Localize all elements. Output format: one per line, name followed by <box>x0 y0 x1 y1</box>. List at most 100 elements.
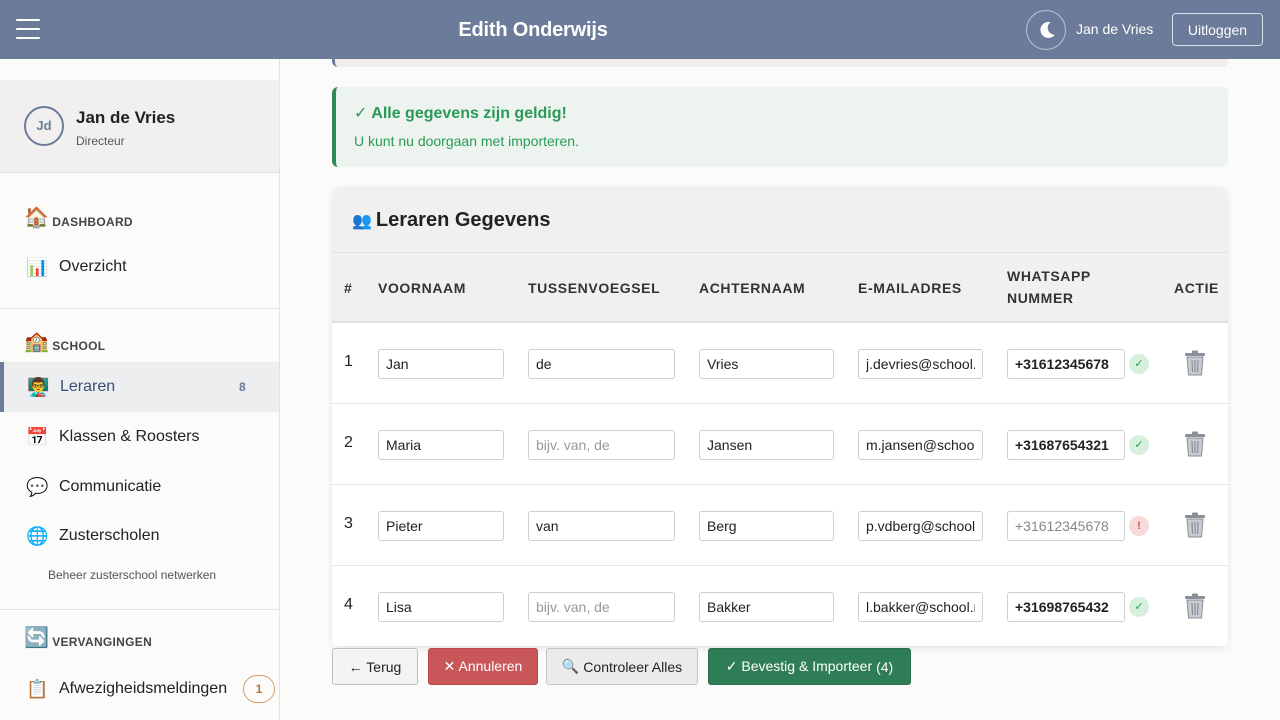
confirm-count: (4) <box>876 658 894 675</box>
sidebar-item-label: Zusterscholen <box>59 527 160 544</box>
whatsapp-input[interactable] <box>1007 592 1125 622</box>
teacher-count-badge: 8 <box>239 380 246 394</box>
email-input[interactable] <box>858 511 983 541</box>
speech-bubble-icon: 💬 <box>26 476 49 497</box>
delete-row-icon[interactable] <box>1184 350 1206 376</box>
sidebar-item-klassen-roosters[interactable]: 📅 Klassen & Roosters <box>0 412 279 462</box>
alert-title: ✓ Alle gegevens zijn geldig! <box>354 105 567 122</box>
magnifier-icon: 🔍 <box>561 658 580 674</box>
sidebar-item-zusterscholen[interactable]: 🌐 Zusterscholen <box>0 511 279 561</box>
whatsapp-input[interactable] <box>1007 430 1125 460</box>
delete-row-icon[interactable] <box>1184 512 1206 538</box>
section-label: DASHBOARD <box>52 215 133 229</box>
profile-name: Jan de Vries <box>76 108 176 127</box>
top-bar: Edith Onderwijs Jan de Vries Uitloggen <box>0 0 1280 59</box>
sidebar: Jd Jan de Vries Directeur 🏠 DASHBOARD 📊 … <box>0 59 280 720</box>
globe-icon: 🌐 <box>26 525 49 546</box>
sidebar-item-leraren[interactable]: 👨‍🏫 Leraren 8 <box>0 362 279 412</box>
voornaam-input[interactable] <box>378 511 504 541</box>
moon-icon <box>1040 21 1055 38</box>
back-button[interactable]: ← Terug <box>332 648 418 685</box>
sidebar-item-label: Communicatie <box>59 478 162 495</box>
check-all-label: Controleer Alles <box>583 658 683 675</box>
table-row: 4✓ <box>332 566 1228 647</box>
cancel-button[interactable]: ✕ Annuleren <box>428 648 538 685</box>
absence-count-badge: 1 <box>243 675 275 703</box>
app-title: Edith Onderwijs <box>458 19 608 41</box>
people-icon: 👥 <box>352 212 372 230</box>
sidebar-item-label: Overzicht <box>59 258 127 275</box>
divider <box>0 308 279 309</box>
column-header-line: WHATSAPP <box>1007 268 1091 284</box>
tussenvoegsel-input[interactable] <box>528 592 675 622</box>
confirm-import-button[interactable]: ✓ Bevestig & Importeer (4) <box>708 648 911 685</box>
column-header-tussenvoegsel: TUSSENVOEGSEL <box>528 280 661 296</box>
clipboard-icon: 📋 <box>26 678 49 699</box>
column-header-actie: ACTIE <box>1174 280 1219 296</box>
sidebar-item-overzicht[interactable]: 📊 Overzicht <box>0 242 279 292</box>
divider <box>0 609 279 610</box>
success-alert: ✓ Alle gegevens zijn geldig! U kunt nu d… <box>332 87 1228 167</box>
voornaam-input[interactable] <box>378 430 504 460</box>
table-row: 2✓ <box>332 404 1228 485</box>
check-all-button[interactable]: 🔍 Controleer Alles <box>546 648 698 685</box>
section-label: SCHOOL <box>52 339 106 353</box>
delete-row-icon[interactable] <box>1184 593 1206 619</box>
tussenvoegsel-input[interactable] <box>528 349 675 379</box>
sidebar-item-communicatie[interactable]: 💬 Communicatie <box>0 462 279 512</box>
table-row: 3! <box>332 485 1228 566</box>
divider <box>0 172 279 173</box>
card-header: 👥 Leraren Gegevens <box>332 187 1228 253</box>
whatsapp-input[interactable] <box>1007 511 1125 541</box>
sidebar-item-afwezigheidsmeldingen[interactable]: 📋 Afwezigheidsmeldingen 1 <box>0 664 279 714</box>
delete-row-icon[interactable] <box>1184 431 1206 457</box>
whatsapp-input[interactable] <box>1007 349 1125 379</box>
column-header-voornaam: VOORNAAM <box>378 280 467 296</box>
previous-card-edge <box>332 59 1228 67</box>
column-header-line: NUMMER <box>1007 290 1074 306</box>
row-number: 1 <box>344 353 353 370</box>
email-input[interactable] <box>858 349 983 379</box>
section-label: VERVANGINGEN <box>52 635 153 649</box>
section-dashboard: 🏠 DASHBOARD <box>24 207 133 229</box>
header-user-name: Jan de Vries <box>1076 21 1154 37</box>
tussenvoegsel-input[interactable] <box>528 430 675 460</box>
avatar: Jd <box>24 106 64 146</box>
valid-check-icon: ✓ <box>1129 354 1149 374</box>
refresh-icon: 🔄 <box>24 627 50 649</box>
logout-button[interactable]: Uitloggen <box>1172 13 1263 46</box>
sidebar-item-label: Afwezigheidsmeldingen <box>59 680 228 697</box>
invalid-warning-icon: ! <box>1129 516 1149 536</box>
card-title: 👥 Leraren Gegevens <box>352 209 550 232</box>
column-header-number: # <box>344 280 353 296</box>
calendar-icon: 📅 <box>26 426 49 447</box>
valid-check-icon: ✓ <box>1129 597 1149 617</box>
dark-mode-toggle[interactable] <box>1026 10 1066 50</box>
email-input[interactable] <box>858 592 983 622</box>
row-number: 4 <box>344 596 353 613</box>
teacher-icon: 👨‍🏫 <box>27 376 50 397</box>
achternaam-input[interactable] <box>699 511 834 541</box>
section-school: 🏫 SCHOOL <box>24 331 105 353</box>
voornaam-input[interactable] <box>378 349 504 379</box>
row-number: 2 <box>344 434 353 451</box>
achternaam-input[interactable] <box>699 349 834 379</box>
column-header-emailadres: E-MAILADRES <box>858 280 962 296</box>
sidebar-item-description: Beheer zusterschool netwerken <box>48 568 217 582</box>
bar-chart-icon: 📊 <box>26 256 49 277</box>
table-row: 1✓ <box>332 323 1228 404</box>
teachers-data-card: 👥 Leraren Gegevens # VOORNAAM TUSSENVOEG… <box>332 187 1228 647</box>
table-header: # VOORNAAM TUSSENVOEGSEL ACHTERNAAM E-MA… <box>332 253 1228 323</box>
achternaam-input[interactable] <box>699 592 834 622</box>
alert-text: U kunt nu doorgaan met importeren. <box>354 133 579 149</box>
achternaam-input[interactable] <box>699 430 834 460</box>
sidebar-item-label: Leraren <box>60 378 116 395</box>
voornaam-input[interactable] <box>378 592 504 622</box>
card-title-text: Leraren Gegevens <box>375 209 551 231</box>
profile-role: Directeur <box>76 134 125 148</box>
confirm-label: ✓ Bevestig & Importeer <box>725 658 873 674</box>
email-input[interactable] <box>858 430 983 460</box>
column-header-whatsapp: WHATSAPP NUMMER <box>1007 265 1091 309</box>
tussenvoegsel-input[interactable] <box>528 511 675 541</box>
house-icon: 🏠 <box>24 207 50 229</box>
